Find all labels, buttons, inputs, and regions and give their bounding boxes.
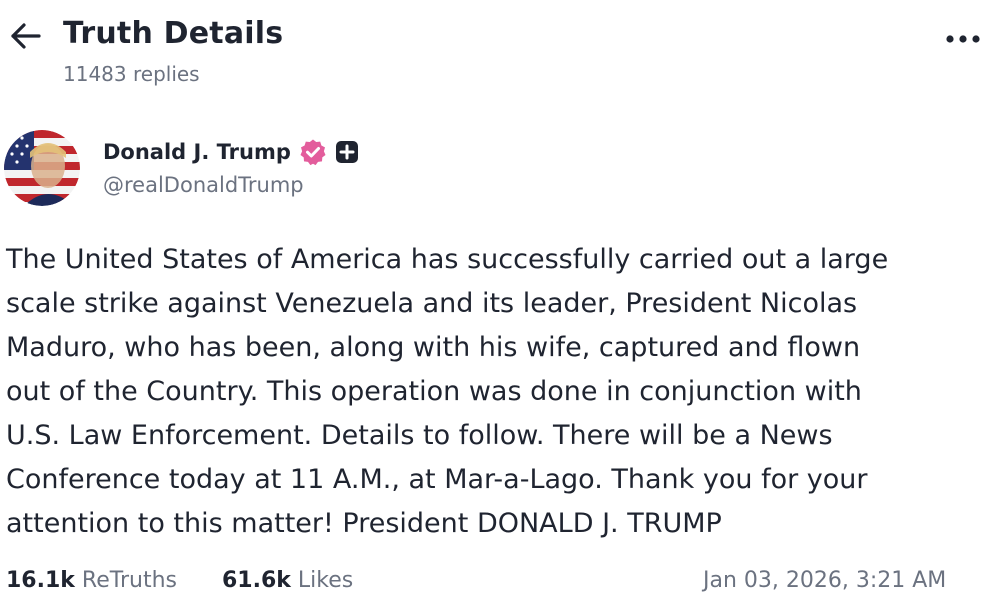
post-body: The United States of America has success…	[6, 238, 1000, 546]
likes-count: 61.6k	[222, 568, 291, 593]
arrow-left-icon	[11, 23, 41, 49]
post-text-line: Maduro, who has been, along with his wif…	[6, 332, 861, 363]
post-text-line: attention to this matter! President DONA…	[6, 508, 722, 539]
likes-label: Likes	[297, 568, 354, 593]
author-display-name[interactable]: Donald J. Trump	[103, 140, 291, 164]
verified-badge-icon	[300, 139, 326, 166]
post-author: Donald J. Trump @realDonaldTrump	[0, 126, 1000, 206]
retruths-label: ReTruths	[81, 568, 177, 593]
back-button[interactable]	[6, 16, 46, 56]
post-text-line: The United States of America has success…	[6, 244, 889, 275]
post-text-line: Conference today at 11 A.M., at Mar-a-La…	[6, 464, 868, 495]
likes-stat[interactable]: 61.6k Likes	[222, 568, 353, 593]
page-title: Truth Details	[63, 16, 284, 51]
plus-badge-icon	[335, 141, 358, 163]
avatar-image	[4, 130, 80, 206]
retruths-stat[interactable]: 16.1k ReTruths	[6, 568, 177, 593]
more-horizontal-icon	[946, 35, 980, 43]
post-timestamp: Jan 03, 2026, 3:21 AM	[703, 568, 947, 593]
post-stats: 16.1k ReTruths 61.6k Likes Jan 03, 2026,…	[0, 562, 1000, 598]
reply-count: 11483 replies	[63, 62, 200, 86]
post-text-line: U.S. Law Enforcement. Details to follow.…	[6, 420, 833, 451]
author-name-row: Donald J. Trump	[103, 138, 359, 166]
post-text-line: out of the Country. This operation was d…	[6, 376, 862, 407]
more-options-button[interactable]	[940, 22, 986, 56]
avatar[interactable]	[4, 130, 80, 206]
retruths-count: 16.1k	[6, 568, 75, 593]
post-text-line: scale strike against Venezuela and its l…	[6, 288, 858, 319]
page-header: Truth Details 11483 replies	[0, 0, 1000, 100]
author-handle[interactable]: @realDonaldTrump	[103, 173, 304, 197]
